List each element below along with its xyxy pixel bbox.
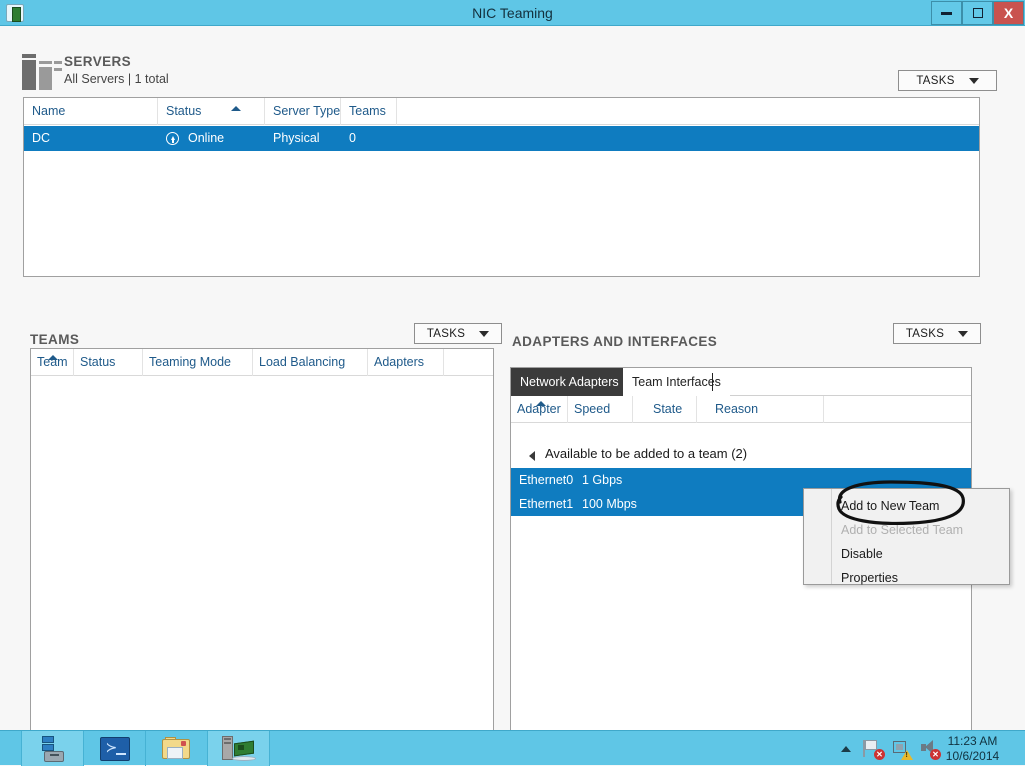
tab-network-adapters[interactable]: Network Adapters — [511, 368, 628, 396]
cell-adapter-speed: 1 Gbps — [574, 468, 644, 492]
cell-adapter-name: Ethernet1 — [511, 492, 571, 516]
taskbar-button-powershell[interactable] — [84, 731, 146, 766]
clock-date: 10/6/2014 — [930, 749, 1015, 764]
sort-ascending-icon — [231, 106, 241, 111]
cell-adapter-name: Ethernet0 — [511, 468, 571, 492]
sort-ascending-icon — [536, 401, 546, 406]
collapse-triangle-icon[interactable] — [529, 451, 535, 461]
column-header-state[interactable]: State — [633, 396, 697, 423]
taskbar-button-nic-teaming[interactable] — [208, 731, 270, 766]
server-manager-icon — [38, 736, 68, 762]
adapters-tasks-label: TASKS — [906, 328, 944, 340]
taskbar: ✕ ✕ 11:23 AM 10/6/2014 — [0, 730, 1025, 765]
online-arrow-icon — [166, 132, 179, 145]
adapters-header: ADAPTERS AND INTERFACES — [512, 333, 717, 351]
adapters-table-header: Adapter Speed State Reason — [511, 396, 971, 423]
column-header-team-adapters[interactable]: Adapters — [368, 349, 444, 376]
cell-server-status: Online — [158, 126, 265, 151]
servers-tasks-label: TASKS — [916, 75, 954, 87]
menu-item-add-to-selected-team: Add to Selected Team — [833, 518, 1009, 542]
menu-item-add-to-new-team[interactable]: Add to New Team — [833, 494, 1009, 518]
restore-icon — [973, 8, 983, 18]
teams-heading: TEAMS — [30, 332, 128, 347]
column-header-teams[interactable]: Teams — [341, 98, 397, 125]
window-titlebar[interactable]: NIC Teaming X — [0, 0, 1025, 26]
column-header-load-balancing[interactable]: Load Balancing — [253, 349, 368, 376]
servers-heading: SERVERS — [64, 54, 169, 69]
chevron-down-icon — [479, 331, 489, 337]
taskbar-edge — [0, 731, 22, 766]
close-icon: X — [1004, 5, 1013, 21]
minimize-button[interactable] — [931, 1, 962, 25]
taskbar-button-server-manager[interactable] — [22, 731, 84, 766]
column-header-status[interactable]: Status — [158, 98, 265, 125]
column-header-speed[interactable]: Speed — [568, 396, 633, 423]
menu-item-properties[interactable]: Properties — [833, 566, 1009, 590]
tab-team-interfaces[interactable]: Team Interfaces — [623, 368, 730, 396]
minimize-icon — [941, 12, 952, 15]
cell-adapter-state — [644, 468, 704, 492]
clock-time: 11:23 AM — [930, 734, 1015, 749]
chevron-down-icon — [958, 331, 968, 337]
clock[interactable]: 11:23 AM 10/6/2014 — [930, 734, 1015, 764]
servers-tasks-button[interactable]: TASKS — [898, 70, 997, 91]
cell-server-teams: 0 — [341, 126, 397, 151]
column-header-name[interactable]: Name — [24, 98, 158, 125]
system-tray: ✕ ✕ 11:23 AM 10/6/2014 — [825, 731, 1025, 766]
column-header-teaming-mode[interactable]: Teaming Mode — [143, 349, 253, 376]
main-content: SERVERS All Servers | 1 total TASKS Name… — [0, 26, 1025, 730]
adapters-heading: ADAPTERS AND INTERFACES — [512, 334, 717, 349]
servers-header: SERVERS All Servers | 1 total — [64, 54, 169, 86]
taskbar-button-file-explorer[interactable] — [146, 731, 208, 766]
cell-adapter-speed: 100 Mbps — [574, 492, 644, 516]
column-header-adapter[interactable]: Adapter — [511, 396, 568, 423]
servers-table-header: Name Status Server Type Teams — [24, 98, 979, 125]
adapters-tasks-button[interactable]: TASKS — [893, 323, 981, 344]
sort-ascending-icon — [48, 355, 58, 360]
chevron-down-icon — [969, 78, 979, 84]
column-header-server-type[interactable]: Server Type — [265, 98, 341, 125]
folder-icon — [162, 737, 192, 761]
action-center-icon[interactable] — [891, 739, 911, 758]
teams-tasks-label: TASKS — [427, 328, 465, 340]
teams-table-header: Team Status Teaming Mode Load Balancing … — [31, 349, 493, 376]
adapter-context-menu[interactable]: Add to New Team Add to Selected Team Dis… — [803, 488, 1010, 585]
menu-item-disable[interactable]: Disable — [833, 542, 1009, 566]
context-menu-icon-gutter — [804, 489, 832, 584]
powershell-icon — [100, 737, 130, 761]
adapter-group-row[interactable]: Available to be added to a team (2) — [511, 441, 971, 467]
teams-table-panel: Team Status Teaming Mode Load Balancing … — [30, 348, 494, 731]
cell-server-name: DC — [24, 126, 158, 151]
cell-adapter-state — [644, 492, 704, 516]
servers-group-icon — [22, 54, 58, 90]
column-header-team[interactable]: Team — [31, 349, 74, 376]
teams-tasks-button[interactable]: TASKS — [414, 323, 502, 344]
servers-table-panel: Name Status Server Type Teams DC Online … — [23, 97, 980, 277]
show-hidden-icons-caret[interactable] — [841, 746, 851, 752]
column-header-reason[interactable]: Reason — [697, 396, 824, 423]
nic-teaming-icon — [222, 736, 256, 762]
adapters-tabstrip: Network Adapters Team Interfaces — [511, 368, 971, 396]
table-row[interactable]: DC Online Physical 0 — [24, 126, 979, 151]
adapter-group-label: Available to be added to a team (2) — [545, 446, 747, 461]
cell-server-type: Physical — [265, 126, 341, 151]
column-header-team-status[interactable]: Status — [74, 349, 143, 376]
restore-button[interactable] — [962, 1, 993, 25]
servers-subheading: All Servers | 1 total — [64, 72, 169, 86]
close-button[interactable]: X — [993, 1, 1024, 25]
window-title: NIC Teaming — [0, 0, 1025, 26]
network-flag-icon[interactable]: ✕ — [863, 739, 883, 758]
text-cursor-icon — [712, 373, 713, 391]
